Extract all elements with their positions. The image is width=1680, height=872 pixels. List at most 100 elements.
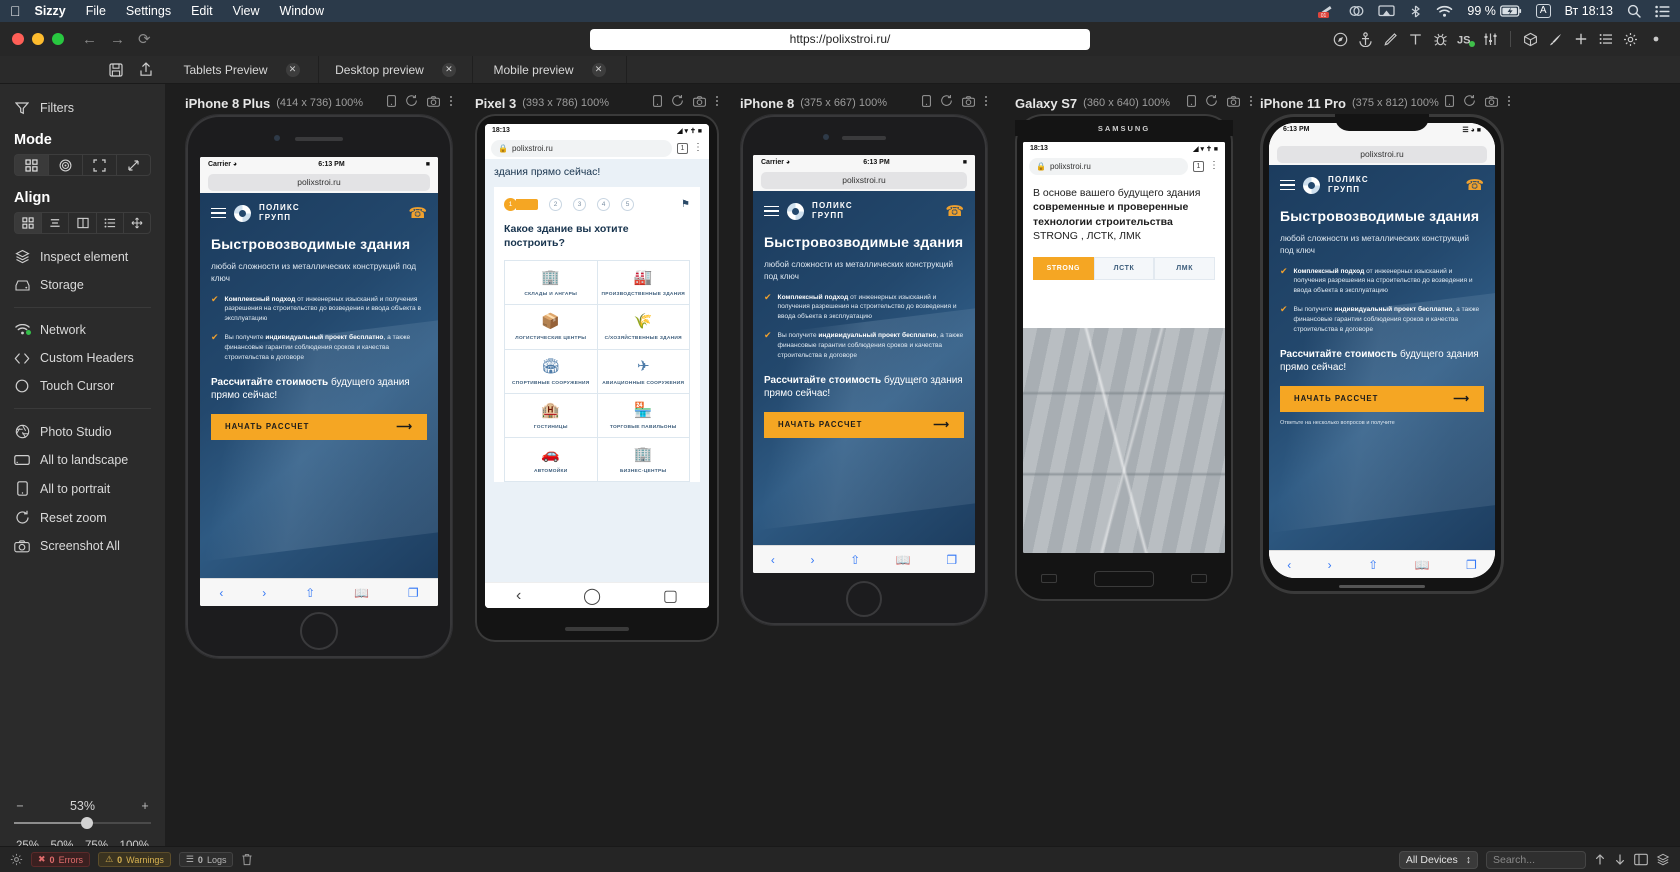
chrome-menu-icon[interactable]: ⋮: [693, 143, 703, 153]
close-icon[interactable]: ✕: [591, 62, 606, 77]
warnings-badge[interactable]: ⚠ 0 Warnings: [98, 852, 171, 867]
home-indicator[interactable]: [1339, 585, 1425, 588]
quiz-option[interactable]: 🌾 С/ХОЗЯЙСТВЕННЫЕ ЗДАНИЯ: [597, 305, 690, 350]
gear-icon[interactable]: [10, 853, 23, 866]
layers-icon[interactable]: [1656, 853, 1670, 866]
arrow-up-icon[interactable]: [1594, 853, 1606, 866]
url-pill[interactable]: 🔒 polixstroi.ru: [491, 139, 672, 157]
chrome-menu-icon[interactable]: ⋮: [1209, 161, 1219, 171]
sidebar-item-filters[interactable]: Filters: [0, 94, 165, 122]
anchor-icon[interactable]: [1353, 27, 1378, 51]
device-menu-icon[interactable]: [715, 94, 719, 112]
tabs-icon[interactable]: ❐: [1466, 558, 1477, 572]
sidebar-item-all-to-portrait[interactable]: All to portrait: [0, 474, 165, 503]
expand-mode-icon[interactable]: [116, 154, 151, 176]
plus-icon[interactable]: [1568, 27, 1593, 51]
quiz-step-5[interactable]: 5: [621, 198, 634, 211]
device-viewport[interactable]: 18:13 ◢ ▾ ✝ ■ 🔒 polixstroi.ru 1 ⋮ здания …: [485, 124, 709, 608]
sidebar-item-network[interactable]: Network: [0, 316, 165, 344]
url-pill[interactable]: polixstroi.ru: [1277, 145, 1487, 163]
sidebar-item-storage[interactable]: Storage: [0, 271, 165, 299]
reload-button[interactable]: ⟳: [138, 32, 151, 47]
fullscreen-mode-icon[interactable]: [82, 154, 116, 176]
back-button[interactable]: [1191, 574, 1207, 583]
quiz-step-3[interactable]: 3: [573, 198, 586, 211]
control-center-icon[interactable]: [1655, 5, 1670, 18]
bookmarks-icon[interactable]: 📖: [896, 553, 911, 567]
ios-url-bar[interactable]: polixstroi.ru: [1269, 143, 1495, 165]
home-button[interactable]: [846, 581, 882, 617]
quiz-option[interactable]: 🏨 ГОСТИНИЦЫ: [505, 393, 598, 439]
samsung-home-button[interactable]: [1094, 571, 1154, 587]
phone-icon[interactable]: ☎: [945, 204, 964, 219]
zoom-slider-handle[interactable]: [80, 817, 93, 829]
menu-edit[interactable]: Edit: [191, 4, 213, 18]
rotate-device-icon[interactable]: [1187, 94, 1196, 112]
more-icon[interactable]: [1643, 27, 1668, 51]
search-input[interactable]: Search...: [1486, 850, 1586, 869]
reload-device-icon[interactable]: [1205, 94, 1218, 112]
start-calculation-button[interactable]: НАЧАТЬ РАССЧЕТ ⟶: [211, 413, 427, 440]
minimize-window-button[interactable]: [32, 33, 44, 45]
tab-desktop-preview[interactable]: Desktop preview ✕: [319, 56, 473, 83]
focus-mode-icon[interactable]: [48, 154, 82, 176]
rotate-device-icon[interactable]: [1444, 94, 1454, 112]
back-icon[interactable]: ‹: [1287, 558, 1291, 572]
url-input[interactable]: https://polixstroi.ru/: [590, 28, 1090, 50]
quiz-option[interactable]: ✈ АВИАЦИОННЫЕ СООРУЖЕНИЯ: [597, 349, 690, 394]
notification-badge-icon[interactable]: 01: [1318, 4, 1335, 18]
recents-button[interactable]: [1041, 574, 1057, 583]
align-columns-icon[interactable]: [68, 212, 96, 234]
list-icon[interactable]: [1593, 27, 1618, 51]
compass-icon[interactable]: [1328, 27, 1353, 51]
apple-logo-icon[interactable]: : [10, 4, 21, 18]
ios-url-bar[interactable]: polixstroi.ru: [200, 171, 438, 193]
close-window-button[interactable]: [12, 33, 24, 45]
url-pill[interactable]: 🔒 polixstroi.ru: [1029, 157, 1188, 175]
grid-mode-icon[interactable]: [14, 154, 48, 176]
tab-strong[interactable]: STRONG: [1033, 257, 1094, 281]
sidebar-item-reset-zoom[interactable]: Reset zoom: [0, 503, 165, 532]
tabs-icon[interactable]: ❐: [408, 586, 419, 600]
sliders-icon[interactable]: [1478, 27, 1503, 51]
sidebar-item-inspect-element[interactable]: Inspect element: [0, 242, 165, 271]
box-icon[interactable]: [1518, 27, 1543, 51]
trash-icon[interactable]: [241, 853, 253, 866]
forward-button[interactable]: →: [110, 32, 125, 47]
align-grid-icon[interactable]: [14, 212, 42, 234]
device-viewport[interactable]: 18:13 ◢ ▾ ✝ ■ 🔒 polixstroi.ru 1 ⋮ В основ: [1023, 142, 1225, 553]
errors-badge[interactable]: ✖ 0 Errors: [31, 852, 91, 867]
quiz-option[interactable]: 🏭 ПРОИЗВОДСТВЕННЫЕ ЗДАНИЯ: [597, 261, 690, 306]
reload-device-icon[interactable]: [1463, 94, 1476, 112]
text-icon[interactable]: [1403, 27, 1428, 51]
bookmarks-icon[interactable]: 📖: [1415, 558, 1430, 572]
rotate-device-icon[interactable]: [387, 94, 396, 112]
spotlight-search-icon[interactable]: [1627, 4, 1641, 18]
tab-tablets-preview[interactable]: Tablets Preview ✕: [165, 56, 319, 83]
hamburger-menu-icon[interactable]: [211, 207, 226, 219]
bluetooth-icon[interactable]: [1409, 5, 1422, 18]
sidebar-item-photo-studio[interactable]: Photo Studio: [0, 417, 165, 446]
creative-cloud-icon[interactable]: [1349, 4, 1364, 18]
logs-badge[interactable]: ☰ 0 Logs: [178, 852, 234, 867]
quiz-step-4[interactable]: 4: [597, 198, 610, 211]
home-button[interactable]: [300, 612, 338, 650]
pencil-icon[interactable]: [1378, 27, 1403, 51]
airplay-icon[interactable]: [1378, 4, 1396, 18]
hamburger-menu-icon[interactable]: [1280, 179, 1295, 191]
rotate-device-icon[interactable]: [922, 94, 931, 112]
zoom-in-button[interactable]: +: [139, 799, 151, 813]
device-viewport[interactable]: Carrier ◕ 6:13 PM ■ polixstroi.ru ПОЛИКС…: [753, 155, 975, 573]
quiz-step-2[interactable]: 2: [549, 198, 562, 211]
device-filter-select[interactable]: All Devices ↕: [1398, 850, 1478, 869]
screenshot-device-icon[interactable]: [427, 94, 440, 112]
tabs-icon[interactable]: ❐: [946, 553, 957, 567]
android-url-bar[interactable]: 🔒 polixstroi.ru 1 ⋮: [485, 137, 709, 159]
menu-window[interactable]: Window: [280, 4, 324, 18]
screenshot-device-icon[interactable]: [962, 94, 975, 112]
quiz-option[interactable]: 🚗 АВТОМОЙКИ: [505, 438, 598, 483]
battery-icon[interactable]: [1499, 5, 1522, 17]
align-free-icon[interactable]: [122, 212, 152, 234]
forward-icon[interactable]: ›: [810, 553, 814, 567]
android-url-bar[interactable]: 🔒 polixstroi.ru 1 ⋮: [1023, 155, 1225, 177]
